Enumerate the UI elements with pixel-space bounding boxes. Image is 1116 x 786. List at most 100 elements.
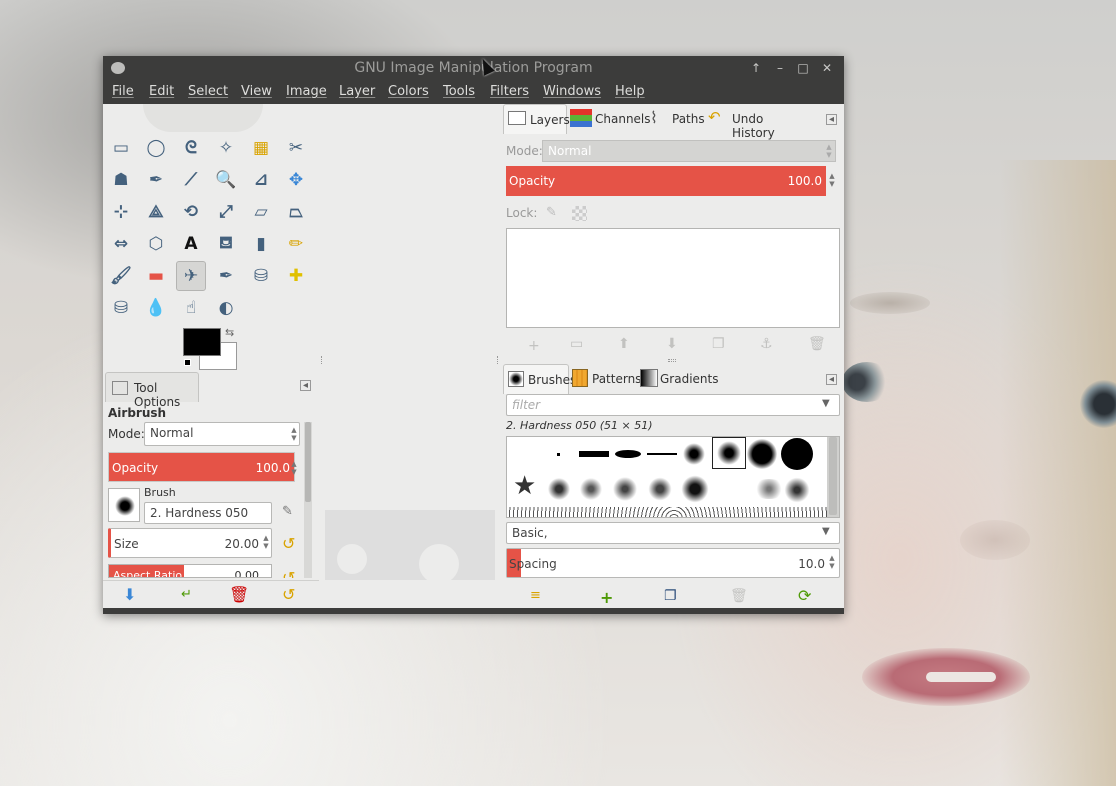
menu-view[interactable]: View: [241, 84, 272, 99]
menu-filters[interactable]: Filters: [490, 84, 529, 99]
lower-layer-icon[interactable]: ⬇: [666, 336, 678, 352]
brush-hardness-025[interactable]: [683, 443, 705, 465]
menu-layer[interactable]: Layer: [339, 84, 375, 99]
fuzzy-select-icon[interactable]: ✧: [211, 133, 241, 163]
scissors-icon[interactable]: ✂: [281, 133, 311, 163]
free-select-icon[interactable]: ᘓ: [176, 133, 206, 163]
brush-grid-scroll-thumb[interactable]: [829, 437, 837, 515]
menu-file[interactable]: File: [112, 84, 134, 99]
brush-hardness-100[interactable]: [781, 438, 813, 470]
brush-tag-select[interactable]: Basic,: [506, 522, 840, 544]
reset-aspect-icon[interactable]: ↺: [282, 568, 295, 578]
brush-pixel[interactable]: [557, 453, 560, 456]
swap-colors-icon[interactable]: ⇆: [225, 326, 234, 339]
rotate-icon[interactable]: ⟲: [176, 197, 206, 227]
delete-options-icon[interactable]: 🗑: [229, 585, 249, 604]
opacity-spin-icon[interactable]: ▲ ▼: [289, 460, 299, 476]
measure-icon[interactable]: ⊿: [246, 165, 276, 195]
pane-handle-right[interactable]: [497, 356, 499, 364]
lock-pixels-icon[interactable]: ✎: [546, 205, 557, 220]
spacing-spin-icon[interactable]: ▲ ▼: [827, 554, 837, 570]
brush-line[interactable]: [647, 453, 677, 455]
delete-layer-icon[interactable]: 🗑: [808, 336, 826, 352]
airbrush-icon[interactable]: ✈: [176, 261, 206, 291]
opacity-slider[interactable]: Opacity 100.0: [108, 452, 295, 482]
brush-grid[interactable]: ★: [506, 436, 840, 518]
edit-brush-icon[interactable]: ✎: [282, 504, 293, 519]
lock-alpha-icon[interactable]: [572, 206, 587, 221]
layers-opacity-spin-icon[interactable]: ▲ ▼: [827, 172, 837, 188]
minimize-button[interactable]: –: [772, 60, 788, 76]
brush-block[interactable]: [579, 451, 609, 457]
filter-dropdown-icon[interactable]: ▼: [822, 398, 830, 409]
perspective-clone-icon[interactable]: ⛁: [106, 293, 136, 323]
brush-grid-scrollbar[interactable]: [827, 437, 839, 517]
brush-name-field[interactable]: 2. Hardness 050: [144, 502, 272, 524]
delete-brush-icon[interactable]: 🗑: [730, 588, 748, 604]
paintbrush-icon[interactable]: 🖌: [106, 261, 136, 291]
cage-transform-icon[interactable]: ⬡: [141, 229, 171, 259]
menu-select[interactable]: Select: [188, 84, 228, 99]
close-button[interactable]: ✕: [819, 60, 835, 76]
menu-windows[interactable]: Windows: [543, 84, 601, 99]
smudge-icon[interactable]: ☝: [176, 293, 206, 323]
pane-handle-left[interactable]: [321, 356, 323, 364]
brush-hardness-050-selected[interactable]: [712, 437, 746, 469]
tab-layers[interactable]: Layers: [503, 104, 570, 134]
move-icon[interactable]: ✥: [281, 165, 311, 195]
refresh-brushes-icon[interactable]: ⟳: [798, 586, 811, 605]
shear-icon[interactable]: ▱: [246, 197, 276, 227]
brush-hardness-075[interactable]: [747, 439, 777, 469]
mode-select[interactable]: Normal: [144, 422, 300, 446]
raise-layer-icon[interactable]: ⬆: [618, 336, 630, 352]
tab-channels[interactable]: Channels: [568, 104, 651, 134]
tab-paths[interactable]: ⌇ Paths: [648, 104, 706, 134]
default-colors-icon[interactable]: [184, 359, 191, 366]
brush-star[interactable]: ★: [513, 473, 536, 499]
tool-options-scrollbar[interactable]: [304, 422, 312, 578]
spacing-slider[interactable]: Spacing 10.0: [506, 548, 840, 578]
new-layer-icon[interactable]: +: [528, 338, 540, 354]
new-brush-icon[interactable]: +: [600, 588, 613, 607]
dodge-burn-icon[interactable]: ◐: [211, 293, 241, 323]
dock-separator-handle[interactable]: [668, 359, 676, 362]
reset-size-icon[interactable]: ↺: [282, 534, 295, 553]
crop-icon[interactable]: ⟁: [141, 197, 171, 227]
layers-dock-menu-icon[interactable]: ◂: [826, 114, 837, 125]
bucket-fill-icon[interactable]: ⛾: [211, 229, 241, 259]
zoom-icon[interactable]: 🔍: [211, 165, 241, 195]
paths-icon[interactable]: ✒: [141, 165, 171, 195]
brush-acrylic-3[interactable]: [613, 475, 637, 503]
aspect-ratio-slider[interactable]: Aspect Ratio 0.00: [108, 564, 272, 578]
size-slider[interactable]: Size 20.00: [108, 528, 272, 558]
maximize-button[interactable]: □: [795, 60, 811, 76]
duplicate-brush-icon[interactable]: ❐: [664, 588, 677, 604]
clone-icon[interactable]: ⛁: [246, 261, 276, 291]
menu-image[interactable]: Image: [286, 84, 327, 99]
brush-ellipse[interactable]: [615, 450, 641, 458]
foreground-color-swatch[interactable]: [183, 328, 221, 356]
brush-preview[interactable]: [108, 488, 140, 522]
brush-chalk[interactable]: [783, 477, 811, 503]
scale-icon[interactable]: ⤢: [211, 197, 241, 227]
brush-acrylic-2[interactable]: [579, 477, 603, 501]
select-by-color-icon[interactable]: ▦: [246, 133, 276, 163]
keep-above-icon[interactable]: ↑: [748, 60, 764, 76]
heal-icon[interactable]: ✚: [281, 261, 311, 291]
foreground-select-icon[interactable]: ☗: [106, 165, 136, 195]
tab-gradients[interactable]: Gradients: [638, 364, 718, 394]
tool-options-scroll-thumb[interactable]: [305, 422, 311, 502]
brushes-dock-menu-icon[interactable]: ◂: [826, 374, 837, 385]
blend-icon[interactable]: ▮: [246, 229, 276, 259]
blur-icon[interactable]: 💧: [141, 293, 171, 323]
flip-icon[interactable]: ⇔: [106, 229, 136, 259]
brush-filter-input[interactable]: filter: [506, 394, 840, 416]
menu-edit[interactable]: Edit: [149, 84, 174, 99]
size-spin-icon[interactable]: ▲ ▼: [261, 534, 271, 550]
edit-brush-button-icon[interactable]: ≡: [530, 588, 541, 603]
restore-options-icon[interactable]: ↵: [181, 587, 192, 602]
anchor-layer-icon[interactable]: ⚓: [760, 336, 773, 352]
save-options-icon[interactable]: ⬇: [123, 585, 136, 604]
layers-list[interactable]: [506, 228, 840, 328]
text-icon[interactable]: A: [176, 229, 206, 259]
